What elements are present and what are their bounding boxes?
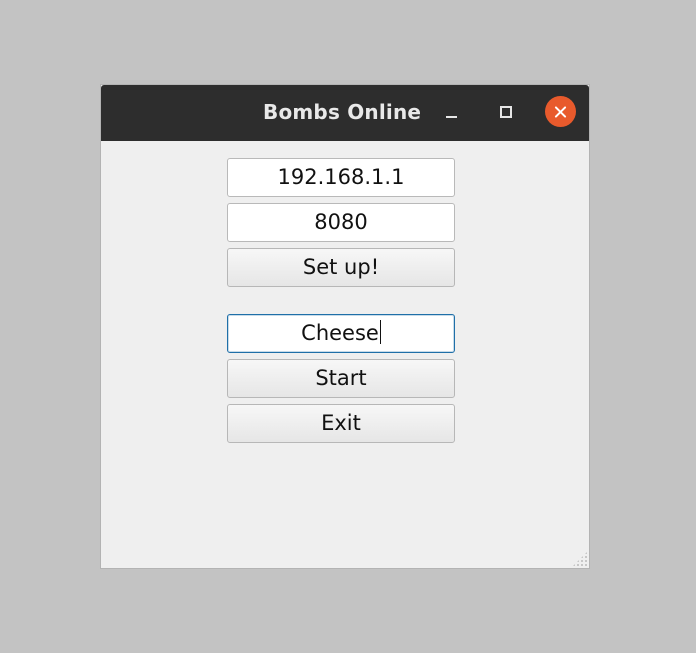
player-name-value: Cheese <box>301 321 379 345</box>
minimize-button[interactable] <box>438 99 466 127</box>
exit-button[interactable]: Exit <box>227 404 455 443</box>
resize-grip-icon[interactable] <box>572 551 588 567</box>
port-value: 8080 <box>314 210 368 234</box>
start-button[interactable]: Start <box>227 359 455 398</box>
ip-address-value: 192.168.1.1 <box>277 165 405 189</box>
title-bar[interactable]: Bombs Online <box>101 85 589 141</box>
maximize-button[interactable] <box>492 99 520 127</box>
app-window: Bombs Online 192.168.1.1 8080 Set up! Ch… <box>101 85 589 568</box>
exit-button-label: Exit <box>321 411 361 435</box>
ip-address-input[interactable]: 192.168.1.1 <box>227 158 455 197</box>
text-caret <box>379 320 381 344</box>
setup-button[interactable]: Set up! <box>227 248 455 287</box>
start-button-label: Start <box>315 366 367 390</box>
port-input[interactable]: 8080 <box>227 203 455 242</box>
setup-button-label: Set up! <box>302 255 380 279</box>
player-name-input[interactable]: Cheese <box>227 314 455 353</box>
close-button[interactable] <box>545 96 576 127</box>
window-title: Bombs Online <box>263 100 422 124</box>
